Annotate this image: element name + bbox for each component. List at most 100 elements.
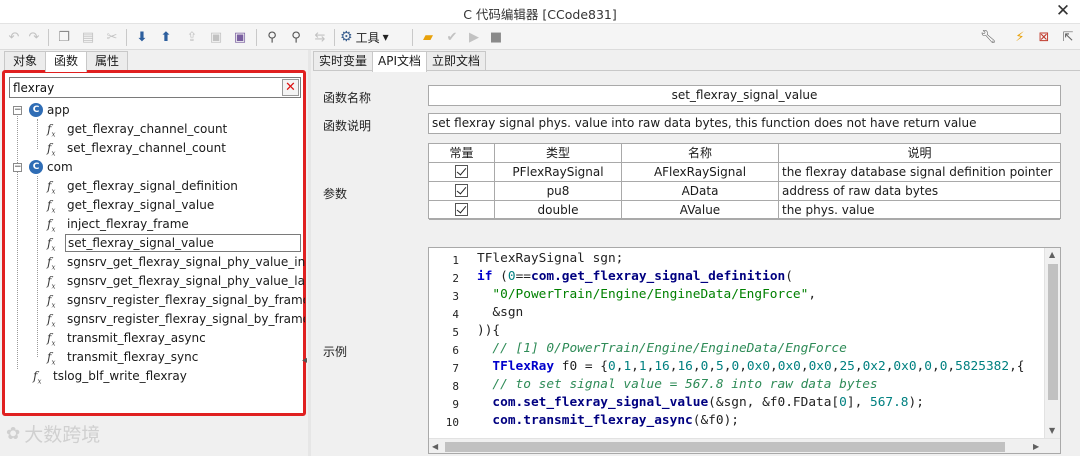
tree-item-label: get_flexray_signal_definition: [67, 179, 238, 193]
horizontal-scrollbar[interactable]: ◀ ▶: [429, 438, 1060, 453]
name-cell: AFlexRaySignal: [622, 163, 779, 182]
tools-menu[interactable]: ⚙ 工具 ▾: [340, 27, 389, 47]
scroll-right-icon[interactable]: ▶: [1033, 442, 1039, 451]
save-icon[interactable]: ▣: [206, 27, 226, 47]
tab-api-docs[interactable]: API文档: [372, 51, 428, 72]
import-icon[interactable]: ⇪: [182, 27, 202, 47]
column-header-const: 常量: [429, 144, 495, 163]
code-line: TFlexRay f0 = {0,1,1,16,16,0,5,0,0x0,0x0…: [492, 359, 1025, 374]
close-icon[interactable]: ✕: [1054, 1, 1072, 21]
find-next-icon[interactable]: ⚲: [286, 27, 306, 47]
tree-item[interactable]: fx sgnsrv_register_flexray_signal_by_fra…: [9, 291, 305, 310]
tree-item[interactable]: fx inject_flexray_frame: [9, 215, 305, 234]
collapse-icon[interactable]: −: [13, 106, 22, 115]
line-number: 8: [452, 380, 459, 393]
column-header-name: 名称: [622, 144, 779, 163]
line-number: 9: [452, 398, 459, 411]
stop-icon[interactable]: ■: [486, 27, 506, 47]
run-icon[interactable]: ▶: [464, 27, 484, 47]
type-cell: double: [495, 201, 622, 220]
tree-item-label: set_flexray_channel_count: [67, 141, 226, 155]
copy-icon[interactable]: ❐: [54, 27, 74, 47]
function-name-field[interactable]: set_flexray_signal_value: [428, 85, 1061, 106]
undo-icon[interactable]: ↶: [4, 27, 24, 47]
code-line: "0/PowerTrain/Engine/EngineData/EngForce…: [492, 287, 817, 302]
tab-instant-docs[interactable]: 立即文档: [426, 51, 487, 71]
table-row[interactable]: double AValue the phys. value: [429, 201, 1060, 220]
const-cell[interactable]: [429, 201, 495, 220]
function-desc-field[interactable]: set flexray signal phys. value into raw …: [428, 113, 1061, 134]
wrench-icon[interactable]: 🔧︎: [978, 27, 998, 47]
find-icon[interactable]: ⚲: [262, 27, 282, 47]
tree-item[interactable]: fx get_flexray_signal_value: [9, 196, 305, 215]
tab-properties[interactable]: 属性: [86, 51, 129, 71]
tree-item-label: transmit_flexray_async: [67, 331, 206, 345]
tree-item[interactable]: fx get_flexray_signal_definition: [9, 177, 305, 196]
collapse-icon[interactable]: −: [13, 163, 22, 172]
tree-group-app[interactable]: − C app: [9, 101, 305, 120]
move-up-icon[interactable]: ⬆: [156, 27, 176, 47]
line-number: 4: [452, 308, 459, 321]
scroll-down-icon[interactable]: ▼: [1049, 426, 1055, 435]
tree-item[interactable]: fx tslog_blf_write_flexray: [9, 367, 305, 386]
tree-item[interactable]: fx get_flexray_channel_count: [9, 120, 305, 139]
chevron-down-icon: ▾: [382, 30, 389, 44]
clear-icon[interactable]: ⊠: [1034, 27, 1054, 47]
type-cell: PFlexRaySignal: [495, 163, 622, 182]
const-cell[interactable]: [429, 182, 495, 201]
toolbar-separator: [334, 29, 335, 46]
compile-icon[interactable]: ✔: [442, 27, 462, 47]
tab-live-variables[interactable]: 实时变量: [313, 51, 374, 71]
function-icon: fx: [47, 141, 56, 158]
line-number: 2: [452, 272, 459, 285]
table-header-row: 常量 类型 名称 说明: [429, 144, 1060, 163]
class-icon: C: [29, 103, 43, 117]
panel-splitter[interactable]: [308, 50, 311, 456]
scroll-up-icon[interactable]: ▲: [1049, 250, 1055, 259]
tab-functions[interactable]: 函数: [45, 51, 88, 72]
search-field[interactable]: ✕: [9, 77, 301, 98]
tree-item[interactable]: fx transmit_flexray_async: [9, 329, 305, 348]
const-checkbox[interactable]: [455, 203, 468, 216]
redo-icon[interactable]: ↷: [24, 27, 44, 47]
table-row[interactable]: PFlexRaySignal AFlexRaySignal the flexra…: [429, 163, 1060, 182]
const-checkbox[interactable]: [455, 165, 468, 178]
search-input[interactable]: [10, 78, 270, 97]
clear-search-icon[interactable]: ✕: [282, 79, 299, 96]
save-all-icon[interactable]: ▣: [230, 27, 250, 47]
open-folder-icon[interactable]: ▰: [418, 27, 438, 47]
tree-item[interactable]: fx sgnsrv_register_flexray_signal_by_fra…: [9, 310, 305, 329]
scroll-left-icon[interactable]: ◀: [432, 442, 438, 451]
collapse-panel-icon[interactable]: ◂: [302, 355, 307, 366]
paste-icon[interactable]: ▤: [78, 27, 98, 47]
right-tabs: 实时变量 API文档 立即文档: [313, 51, 487, 72]
table-row[interactable]: pu8 AData address of raw data bytes: [429, 182, 1060, 201]
expand-icon[interactable]: ⇱: [1058, 27, 1078, 47]
class-icon: C: [29, 160, 43, 174]
vertical-scrollbar[interactable]: ▲ ▼: [1044, 248, 1060, 438]
tab-objects[interactable]: 对象: [4, 51, 47, 71]
const-checkbox[interactable]: [455, 184, 468, 197]
tree-item[interactable]: fx sgnsrv_get_flexray_signal_phy_value_i…: [9, 253, 305, 272]
type-cell: pu8: [495, 182, 622, 201]
lightning-icon[interactable]: ⚡︎: [1010, 27, 1030, 47]
code-example[interactable]: 1 2 3 4 5 6 7 8 9 10 TFlexRaySignal sgn;…: [428, 247, 1061, 454]
tree-item[interactable]: fx set_flexray_channel_count: [9, 139, 305, 158]
tree-item[interactable]: fx transmit_flexray_sync: [9, 348, 305, 367]
replace-icon[interactable]: ⇆: [310, 27, 330, 47]
params-label: 参数: [323, 187, 348, 201]
tree-item[interactable]: fx sgnsrv_get_flexray_signal_phy_value_l…: [9, 272, 305, 291]
window-title: C 代码编辑器 [CCode831]: [463, 7, 617, 22]
function-icon: fx: [47, 198, 56, 215]
tree-item-label: sgnsrv_register_flexray_signal_by_frame: [67, 293, 305, 307]
move-down-icon[interactable]: ⬇: [132, 27, 152, 47]
function-icon: fx: [47, 331, 56, 348]
const-cell[interactable]: [429, 163, 495, 182]
tree-group-com[interactable]: − C com: [9, 158, 305, 177]
function-icon: fx: [47, 236, 56, 253]
horizontal-scroll-thumb[interactable]: [445, 442, 1005, 452]
tree-item-selected[interactable]: fx set_flexray_signal_value: [9, 234, 305, 253]
column-header-desc: 说明: [907, 146, 932, 160]
cut-icon[interactable]: ✂: [102, 27, 122, 47]
vertical-scroll-thumb[interactable]: [1048, 264, 1058, 400]
